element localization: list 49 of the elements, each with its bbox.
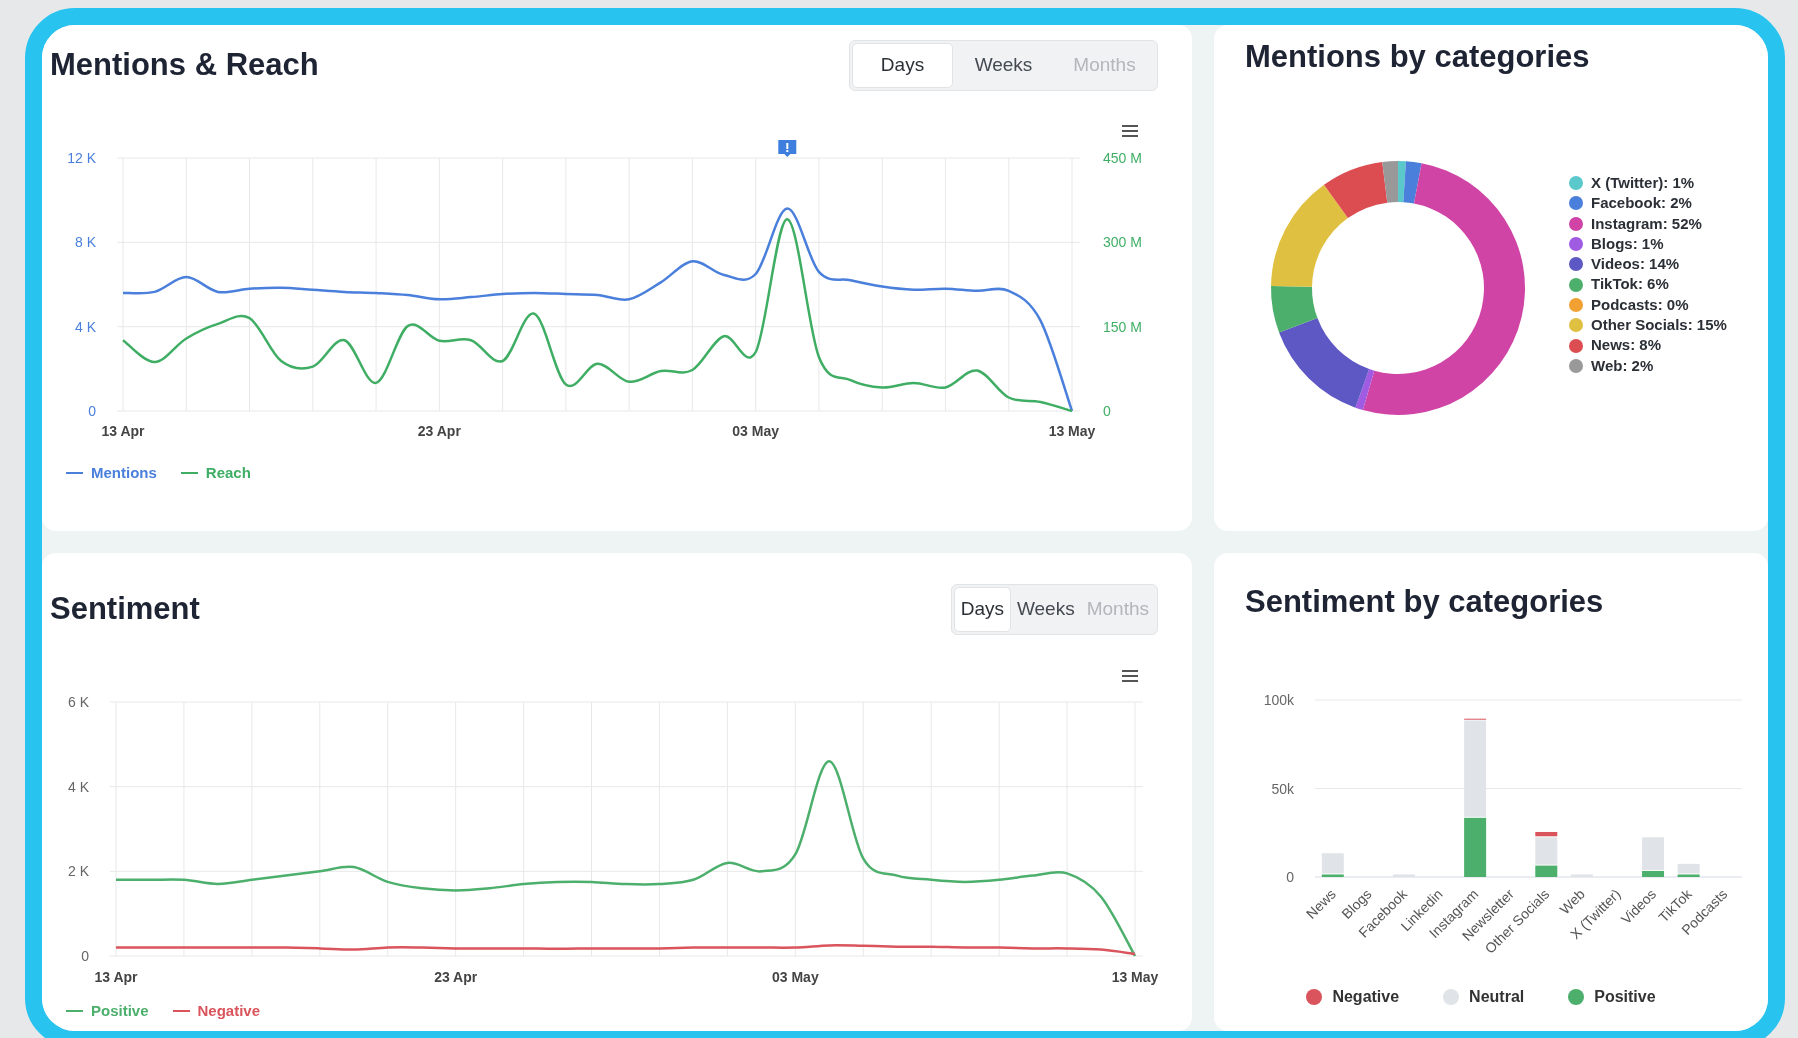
legend-label[interactable]: Negative <box>197 999 261 1023</box>
axis-label: 150 M <box>1103 318 1142 335</box>
card-title: Mentions by categories <box>1244 38 1591 76</box>
menu-icon[interactable] <box>1122 670 1138 682</box>
legend-label[interactable]: Web: 2% <box>1591 354 1654 378</box>
legend-label[interactable]: Positive <box>1594 985 1656 1009</box>
axis-label: 4 K <box>75 318 96 335</box>
legend-label[interactable]: Neutral <box>1469 985 1525 1009</box>
axis-label: 23 Apr <box>417 423 461 439</box>
card-title: Mentions & Reach <box>50 46 319 85</box>
axis-label: 13 May <box>1111 969 1159 985</box>
axis-label: 23 Apr <box>434 969 478 985</box>
legend-label[interactable]: News: 8% <box>1591 334 1662 357</box>
axis-label: 0 <box>1103 403 1111 419</box>
axis-label: 6 K <box>68 694 89 710</box>
axis-label: 100k <box>1263 692 1294 708</box>
legend-label[interactable]: Facebook: 2% <box>1591 192 1692 215</box>
alert-marker-icon[interactable] <box>778 140 797 157</box>
legend-label[interactable]: Blogs: 1% <box>1591 232 1664 256</box>
legend-label[interactable]: Instagram: 52% <box>1591 212 1702 235</box>
period-tab[interactable]: Weeks <box>1010 587 1081 632</box>
card-title: Sentiment by categories <box>1244 583 1605 621</box>
legend-label[interactable]: Negative <box>1332 985 1400 1009</box>
axis-label: 8 K <box>75 234 96 251</box>
axis-label: 03 May <box>772 969 819 985</box>
axis-label: 13 Apr <box>101 423 145 439</box>
axis-label: 300 M <box>1103 234 1142 251</box>
legend-label[interactable]: X (Twitter): 1% <box>1591 171 1695 195</box>
axis-label: 50k <box>1271 780 1294 797</box>
axis-label: 12 K <box>67 150 96 166</box>
axis-label: 0 <box>1286 869 1294 885</box>
axis-label: 13 Apr <box>94 969 138 985</box>
axis-label: 4 K <box>68 778 89 795</box>
axis-label: 0 <box>81 948 89 964</box>
card-title: Sentiment <box>50 590 200 629</box>
axis-label: 0 <box>88 403 96 419</box>
legend-label[interactable]: Other Socials: 15% <box>1591 314 1727 337</box>
axis-label: 2 K <box>68 863 89 880</box>
axis-label: 13 May <box>1048 423 1096 439</box>
period-tab[interactable]: Days <box>953 587 1011 632</box>
legend-label[interactable]: Podcasts: 0% <box>1591 293 1689 317</box>
period-tab[interactable]: Days <box>852 43 953 88</box>
menu-icon[interactable] <box>1122 125 1138 137</box>
period-tab[interactable]: Weeks <box>953 43 1054 88</box>
legend-label[interactable]: Mentions <box>91 461 157 485</box>
legend-label[interactable]: Videos: 14% <box>1591 253 1680 276</box>
legend-label[interactable]: TikTok: 6% <box>1591 273 1669 296</box>
axis-label: 450 M <box>1103 150 1142 166</box>
axis-label: 03 May <box>732 423 779 439</box>
